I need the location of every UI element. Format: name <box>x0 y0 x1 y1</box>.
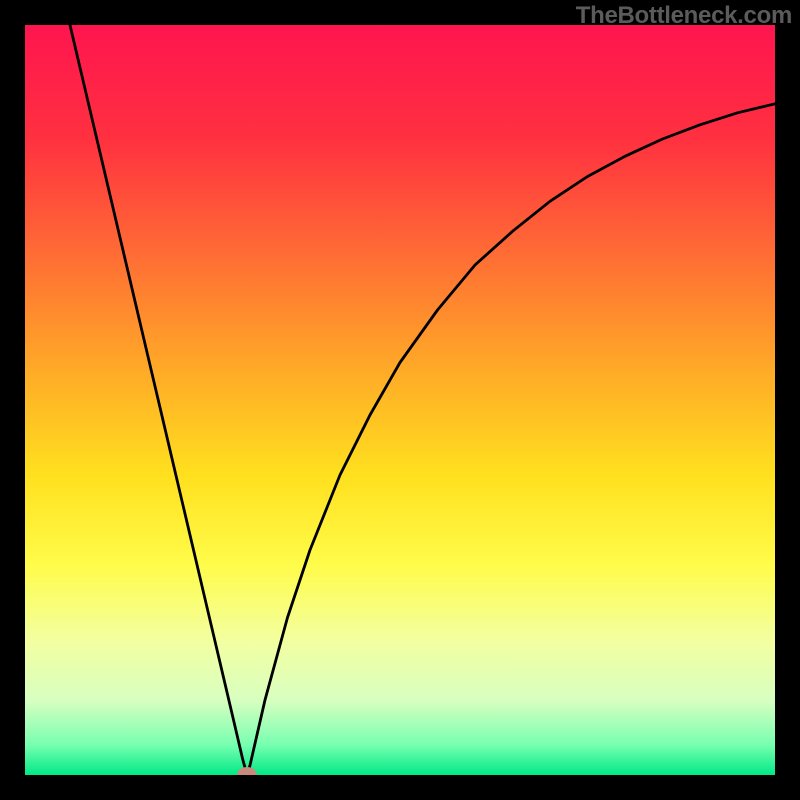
chart-frame: TheBottleneck.com <box>0 0 800 800</box>
gradient-background <box>25 25 775 775</box>
plot-area <box>25 25 775 775</box>
chart-svg <box>25 25 775 775</box>
watermark-text: TheBottleneck.com <box>576 2 792 30</box>
